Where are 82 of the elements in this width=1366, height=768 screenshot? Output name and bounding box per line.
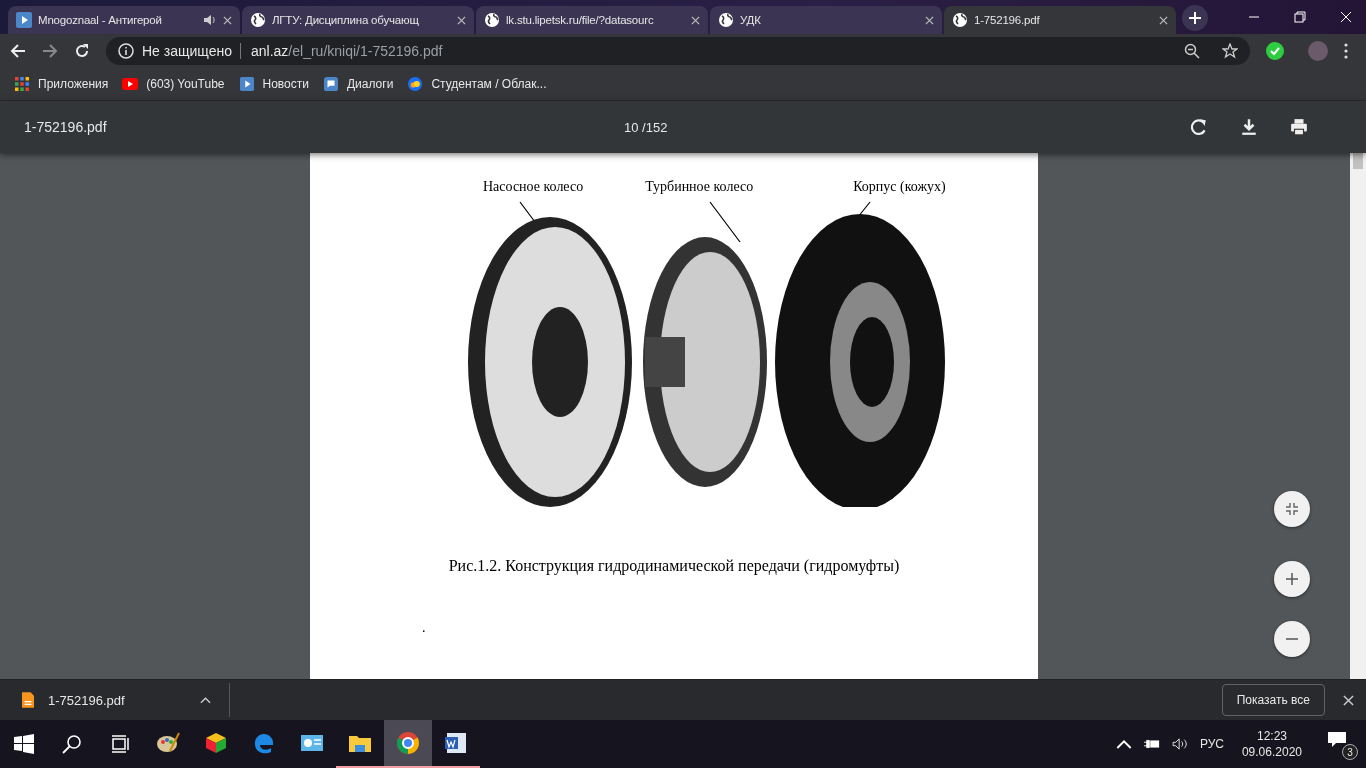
- close-icon[interactable]: [691, 15, 700, 25]
- zoom-out-button[interactable]: [1274, 621, 1310, 657]
- fit-arrows-icon: [1286, 503, 1298, 515]
- speech-bubble-icon: [1328, 732, 1346, 748]
- reload-icon[interactable]: [74, 43, 90, 59]
- bookmark-link[interactable]: Студентам / Облак...: [407, 77, 547, 91]
- page-text: .: [422, 620, 426, 636]
- browser-e-icon: [252, 731, 276, 755]
- cube-icon: [204, 731, 228, 755]
- address-bar[interactable]: Не защищено anl.az/el_ru/kniqi/1-752196.pdf: [106, 37, 1250, 65]
- browser-tab[interactable]: Mnogoznaal - Антигерой: [8, 6, 240, 34]
- scrollbar[interactable]: [1350, 153, 1366, 679]
- chat-bubble-icon: [322, 77, 339, 91]
- clock[interactable]: 12:23 09.06.2020: [1235, 729, 1308, 759]
- word-document-icon: [444, 731, 468, 755]
- zoom-in-button[interactable]: [1274, 561, 1310, 597]
- security-label[interactable]: Не защищено: [142, 43, 241, 59]
- apps-grid-icon: [14, 77, 30, 91]
- document-icon: [22, 692, 34, 708]
- back-icon[interactable]: [10, 43, 26, 59]
- language-indicator[interactable]: РУС: [1199, 737, 1224, 751]
- plus-icon: [1286, 573, 1298, 585]
- close-icon[interactable]: [223, 15, 232, 25]
- tab-title: УДК: [740, 14, 762, 26]
- close-icon[interactable]: [925, 15, 934, 25]
- tab-title: 1-752196.pdf: [974, 14, 1041, 26]
- browser-tab[interactable]: ЛГТУ: Дисциплина обучающ: [242, 6, 474, 34]
- close-icon[interactable]: [1159, 15, 1168, 25]
- browser-tab[interactable]: УДК: [710, 6, 942, 34]
- browser-tab[interactable]: lk.stu.lipetsk.ru/file/?datasourc: [476, 6, 708, 34]
- tab-title: lk.stu.lipetsk.ru/file/?datasourc: [506, 14, 655, 26]
- rotate-icon[interactable]: [1190, 118, 1208, 136]
- download-item[interactable]: 1-752196.pdf: [0, 683, 230, 717]
- play-icon: [16, 12, 32, 28]
- bookmark-link[interactable]: Диалоги: [322, 77, 394, 91]
- plus-icon: [1189, 12, 1201, 24]
- figure-label: Корпус (кожух): [853, 179, 946, 195]
- tab-title: Mnogoznaal - Антигерой: [38, 14, 163, 26]
- palette-icon: [156, 731, 180, 755]
- taskbar-app[interactable]: [384, 720, 432, 768]
- figure-caption: Рис.1.2. Конструкция гидродинамической передачи (гидромуфты): [448, 557, 900, 575]
- checkmark-icon[interactable]: [1266, 42, 1284, 60]
- close-icon[interactable]: [1343, 694, 1354, 706]
- notification-count: 3: [1342, 744, 1358, 760]
- play-icon: [122, 77, 139, 91]
- chevron-up-icon[interactable]: [1115, 738, 1132, 750]
- url-text: anl.az/el_ru/kniqi/1-752196.pdf: [250, 43, 444, 59]
- cloud-icon: [407, 77, 424, 91]
- forward-icon[interactable]: [42, 43, 58, 59]
- globe-icon: [952, 12, 968, 28]
- globe-icon: [484, 12, 500, 28]
- zoom-out-icon[interactable]: [1184, 43, 1200, 59]
- search-icon[interactable]: [62, 734, 82, 754]
- browser-tab[interactable]: 1-752196.pdf: [944, 6, 1176, 34]
- info-icon[interactable]: [118, 43, 134, 59]
- caret-icon[interactable]: [200, 696, 211, 704]
- menu-icon[interactable]: [1344, 43, 1348, 59]
- tab-title: ЛГТУ: Дисциплина обучающ: [272, 14, 420, 26]
- new-tab-button[interactable]: [1182, 5, 1208, 31]
- restore-icon[interactable]: [1294, 11, 1306, 23]
- bookmark-link[interactable]: Приложения: [14, 77, 109, 91]
- globe-icon: [718, 12, 734, 28]
- page-indicator: 10 /152: [624, 119, 668, 135]
- windows-start-icon[interactable]: [14, 734, 34, 754]
- download-icon[interactable]: [1240, 118, 1258, 136]
- globe-icon: [250, 12, 266, 28]
- speaker-icon[interactable]: [203, 13, 217, 27]
- bookmark-link[interactable]: Новости: [238, 77, 309, 91]
- document-title: 1-752196.pdf: [24, 119, 108, 135]
- printer-icon[interactable]: [1290, 118, 1308, 136]
- fit-page-button[interactable]: [1274, 491, 1310, 527]
- battery-icon[interactable]: [1143, 738, 1160, 750]
- show-all-button[interactable]: Показать все: [1221, 684, 1325, 716]
- figure-label: Насосное колесо: [483, 179, 584, 195]
- figure-label: Турбинное колесо: [645, 179, 754, 195]
- browser-circle-icon: [396, 731, 420, 755]
- bookmark-link[interactable]: (603) YouTube: [122, 77, 225, 91]
- close-icon[interactable]: [457, 15, 466, 25]
- speaker-icon[interactable]: [1171, 738, 1188, 750]
- task-view-icon[interactable]: [110, 734, 130, 754]
- play-icon: [238, 77, 255, 91]
- star-icon[interactable]: [1222, 43, 1238, 59]
